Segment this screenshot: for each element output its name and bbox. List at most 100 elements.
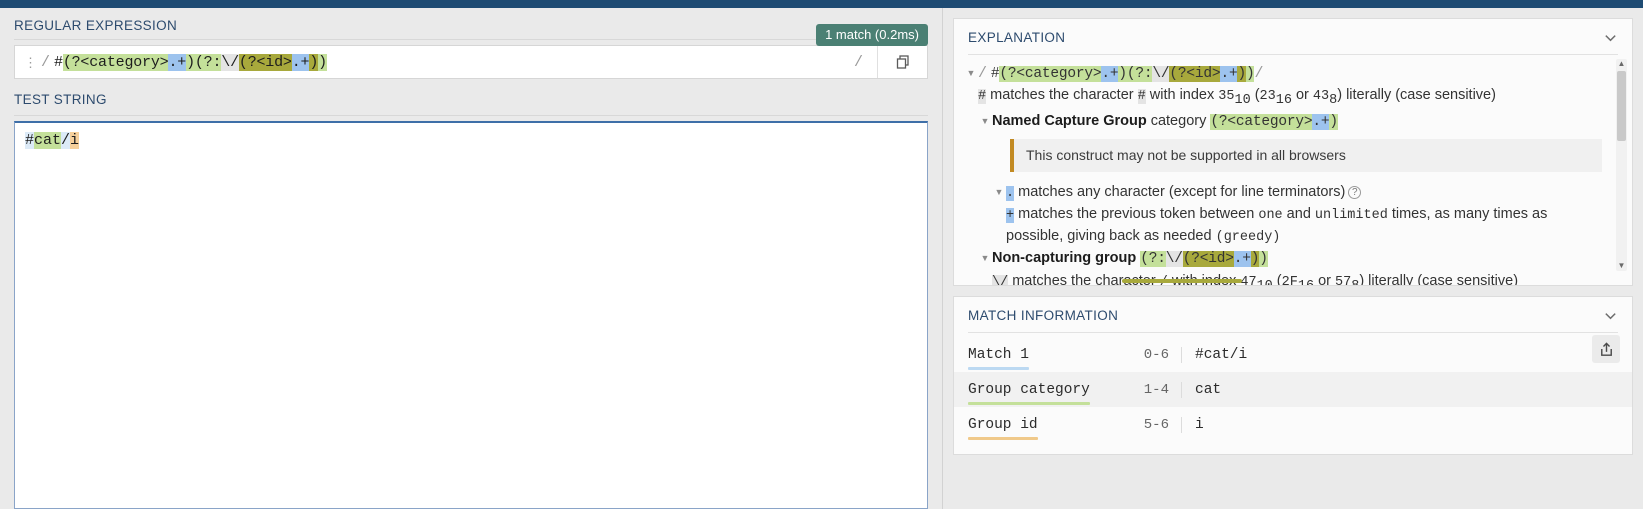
match-count-badge: 1 match (0.2ms)	[816, 24, 928, 46]
named-group-text: Named Capture Group category (?<category…	[992, 111, 1602, 133]
match-info-row[interactable]: Group id 5-6 i	[954, 407, 1632, 442]
expl-pattern-token-5: \/	[1152, 65, 1170, 82]
slash-text-c: (	[1272, 272, 1282, 285]
help-circle-icon[interactable]: ?	[1348, 186, 1362, 200]
regex-tester-app: REGULAR EXPRESSION 1 match (0.2ms) ⋮ / #…	[0, 0, 1643, 509]
hash-char: #	[1137, 89, 1146, 105]
regex-token-6: (?<id>	[238, 53, 292, 71]
explanation-warning-wrap: This construct may not be supported in a…	[964, 138, 1602, 173]
regex-token-1: (?<category>	[62, 53, 169, 71]
named-group-label: Named Capture Group	[992, 113, 1147, 130]
match-info-underline	[968, 366, 1029, 370]
regex-token-4: (?:	[194, 53, 222, 71]
copy-icon	[896, 55, 909, 69]
expl-pattern-token-8: )	[1237, 65, 1246, 82]
test-string-title: TEST STRING	[14, 92, 107, 107]
match-info-row[interactable]: Match 1 0-6 #cat/i	[954, 337, 1632, 372]
explanation-hash-row: ▼ # matches the character # with index 3…	[964, 85, 1602, 111]
horizontal-scrollbar[interactable]	[1122, 279, 1242, 283]
named-group-token-1: .+	[1312, 114, 1330, 131]
scrollbar-thumb[interactable]	[1617, 70, 1626, 141]
regular-expression-title: REGULAR EXPRESSION	[14, 18, 178, 33]
explanation-slash-row: \/ matches the character / with index 47…	[964, 271, 1602, 285]
explanation-body: ▼ /#(?<category>.+)(?:\/(?<id>.+))/ ▼ # …	[954, 55, 1632, 285]
test-string-text: #cat/i	[25, 132, 80, 149]
test-string-input[interactable]: #cat/i	[14, 121, 928, 509]
match-information-header[interactable]: MATCH INFORMATION	[954, 297, 1632, 332]
named-group-token-2: )	[1329, 114, 1338, 131]
regex-input[interactable]: ⋮ / #(?<category>.+)(?:\/(?<id>.+))	[15, 46, 854, 78]
slash-text-d: or	[1314, 272, 1335, 285]
hash-dec-sub: 10	[1234, 93, 1251, 109]
dot-line-description: matches any character (except for line t…	[1014, 184, 1346, 201]
expl-pattern-token-2: .+	[1101, 65, 1119, 82]
hash-text-a: matches the character	[986, 87, 1138, 104]
regex-input-row[interactable]: ⋮ / #(?<category>.+)(?:\/(?<id>.+)) /	[14, 45, 928, 79]
explanation-title: EXPLANATION	[968, 30, 1066, 45]
chevron-down-icon[interactable]: ▼	[1616, 262, 1627, 270]
plus-text-a: matches the previous token between	[1014, 206, 1259, 223]
regex-header-divider	[14, 39, 928, 40]
noncap-token-2: (?<id>	[1182, 251, 1234, 268]
match-info-range: 1-4	[1118, 381, 1182, 398]
match-information-panel: MATCH INFORMATION Match 1 0-6 #cat/i Group …	[953, 296, 1633, 455]
expl-delim-left: /	[978, 64, 987, 82]
regex-token-0: #	[54, 53, 63, 71]
expl-delim-right: /	[1254, 64, 1264, 82]
expl-pattern-token-1: (?<category>	[999, 65, 1102, 82]
drag-handle-icon[interactable]: ⋮	[24, 56, 37, 69]
copy-regex-button[interactable]	[877, 46, 927, 78]
plus-max: unlimited	[1314, 208, 1388, 224]
caret-down-icon[interactable]: ▼	[992, 182, 1006, 202]
slash-hex-sub: 16	[1298, 279, 1314, 285]
plus-text-b: and	[1282, 206, 1315, 223]
expl-pattern-token-4: (?:	[1126, 65, 1153, 82]
caret-down-icon[interactable]: ▼	[964, 63, 978, 83]
window-top-accent-bar	[0, 0, 1643, 8]
noncap-token-1: \/	[1165, 251, 1183, 268]
hash-hex-sub: 16	[1275, 93, 1292, 109]
slash-dec-sub: 10	[1257, 279, 1273, 285]
export-matches-button[interactable]	[1592, 335, 1620, 363]
regex-delimiter-right: /	[853, 53, 863, 71]
dot-token: .	[1006, 186, 1015, 202]
caret-down-icon[interactable]: ▼	[978, 111, 992, 131]
explanation-root-pattern: / #(?<category>.+)(?:\/(?<id>.+))/	[978, 63, 1602, 85]
noncap-token-5: )	[1259, 251, 1268, 268]
explanation-named-group-row[interactable]: ▼ Named Capture Group category (?<catego…	[964, 111, 1602, 133]
match-info-label: Match 1	[968, 347, 1118, 370]
slash-line-text: \/ matches the character / with index 47…	[992, 271, 1602, 285]
noncap-group-tokens: (?:\/(?<id>.+))	[1140, 251, 1268, 268]
noncap-group-text: Non-capturing group (?:\/(?<id>.+))	[992, 248, 1602, 270]
hash-text-c: (	[1250, 87, 1260, 104]
explanation-dot-row[interactable]: ▼ . matches any character (except for li…	[964, 182, 1602, 204]
match-rows-container: Match 1 0-6 #cat/i Group category 1-4 cat Grou…	[954, 337, 1632, 442]
regex-token-8: )	[309, 53, 319, 71]
expl-pattern-token-3: )	[1118, 65, 1127, 82]
explanation-plus-row: + matches the previous token between one…	[964, 204, 1602, 248]
slash-oct: 57	[1335, 274, 1352, 285]
chevron-up-icon[interactable]: ▲	[1616, 59, 1627, 68]
chevron-down-icon[interactable]	[1603, 308, 1618, 323]
match-info-underline	[968, 401, 1090, 405]
match-info-value: #cat/i	[1195, 346, 1248, 363]
hash-text-b: with index	[1145, 87, 1219, 104]
regex-token-9: )	[318, 53, 327, 71]
hash-text-d: or	[1291, 87, 1313, 104]
caret-down-icon[interactable]: ▼	[978, 248, 992, 268]
expl-pattern-token-7: .+	[1220, 65, 1238, 82]
explanation-scrollbar[interactable]: ▲ ▼	[1616, 58, 1627, 271]
match-information-body: Match 1 0-6 #cat/i Group category 1-4 cat Grou…	[954, 333, 1632, 454]
named-group-tokens: (?<category>.+)	[1210, 114, 1338, 131]
match-info-row[interactable]: Group category 1-4 cat	[954, 372, 1632, 407]
chevron-down-icon[interactable]	[1603, 30, 1618, 45]
plus-line-text: + matches the previous token between one…	[1006, 204, 1602, 248]
explanation-root-row[interactable]: ▼ / #(?<category>.+)(?:\/(?<id>.+))/	[964, 63, 1602, 85]
match-info-label: Group category	[968, 382, 1118, 405]
explanation-noncapturing-row[interactable]: ▼ Non-capturing group (?:\/(?<id>.+))	[964, 248, 1602, 270]
regex-pattern-text[interactable]: #(?<category>.+)(?:\/(?<id>.+))	[54, 53, 327, 71]
explanation-header[interactable]: EXPLANATION	[954, 19, 1632, 54]
export-icon	[1600, 341, 1612, 356]
test-string-token-1: cat	[34, 132, 62, 149]
match-info-value: i	[1195, 416, 1204, 433]
